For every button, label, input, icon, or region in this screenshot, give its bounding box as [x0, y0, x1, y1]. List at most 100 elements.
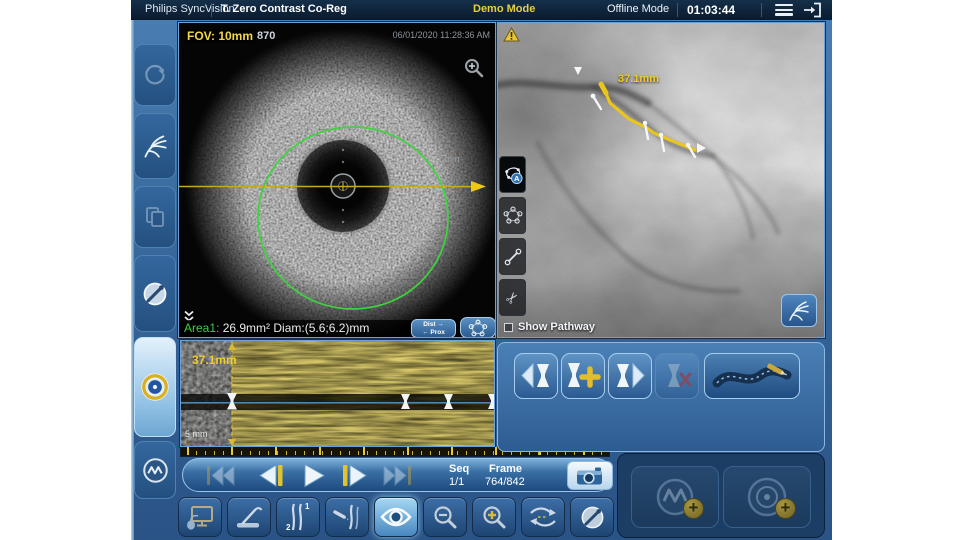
play-button[interactable] — [299, 462, 327, 489]
flow-direction-button[interactable] — [521, 497, 565, 537]
scale-label: 1 mm — [437, 154, 460, 164]
depth-scale-label: 5 mm — [185, 429, 208, 439]
menu-icon[interactable] — [775, 4, 793, 16]
add-bookmark-icon — [565, 360, 601, 392]
add-physiology-button[interactable]: + — [631, 466, 719, 528]
line-measure-icon — [503, 247, 523, 267]
sidebar-tab-physiology[interactable] — [134, 441, 176, 499]
refresh-icon — [142, 62, 168, 88]
angio-image-panel[interactable]: 37.1mm A — [497, 22, 825, 338]
acquisition-timestamp: 06/01/2020 11:28:36 AM — [393, 30, 490, 40]
camera-icon — [576, 466, 604, 486]
ivus-catheter-button[interactable] — [570, 497, 614, 537]
prev-bookmark-button[interactable] — [514, 353, 558, 399]
edit-contour-button[interactable] — [460, 317, 496, 338]
screen: Philips SyncVision T. Zero Contrast Co-R… — [0, 0, 960, 540]
warning-icon — [503, 27, 520, 47]
add-run-panel: + + — [617, 453, 825, 538]
ivus-image — [179, 23, 496, 338]
documents-icon — [143, 205, 167, 229]
step-back-button[interactable] — [255, 462, 285, 489]
zoom-out-button[interactable] — [423, 497, 467, 537]
eye-icon — [380, 506, 412, 528]
logout-icon — [803, 2, 823, 18]
dist-label: Dist → — [412, 321, 455, 329]
add-ivus-button[interactable]: + — [723, 466, 811, 528]
ivus-catheter-icon — [141, 280, 169, 308]
offline-status: Offline Mode — [607, 3, 669, 15]
node-pentagon-icon — [503, 206, 523, 226]
prox-label: ← Prox — [412, 329, 455, 337]
prev-bookmark-icon — [519, 361, 553, 391]
show-pathway-label: Show Pathway — [518, 321, 595, 333]
display-config-button[interactable] — [178, 497, 222, 537]
catheter-injection-button[interactable] — [325, 497, 369, 537]
add-bookmark-button[interactable] — [561, 353, 605, 399]
svg-text:2: 2 — [286, 523, 291, 532]
step-forward-button[interactable] — [341, 462, 371, 489]
coreg-map-button[interactable]: 1 2 — [276, 497, 320, 537]
measure-line-button[interactable] — [499, 238, 526, 275]
show-pathway-toggle[interactable]: Show Pathway — [504, 321, 595, 333]
exit-button[interactable] — [803, 2, 823, 18]
view-toggle-button[interactable] — [374, 497, 418, 537]
sidebar-tab-coreg-view[interactable] — [134, 337, 176, 437]
pathway-length-label: 37.1mm — [618, 73, 659, 85]
ivus-image-panel[interactable]: FOV: 10mm 870 06/01/2020 11:28:36 AM 1 m… — [178, 22, 496, 338]
vessel-catheter-icon — [332, 503, 362, 531]
monitor-icon — [185, 504, 215, 531]
fov-label: FOV: 10mm — [185, 29, 255, 43]
vessel-1-2-icon: 1 2 — [284, 502, 312, 532]
delete-bookmark-button[interactable] — [655, 353, 699, 399]
edit-nodes-button[interactable] — [499, 197, 526, 234]
flow-arrows-icon — [528, 504, 558, 530]
skip-last-button[interactable] — [381, 462, 413, 489]
sidebar-tab-refresh[interactable] — [134, 44, 176, 106]
stent-curve-pencil-icon — [711, 359, 793, 393]
sidebar-tab-angio[interactable] — [134, 113, 176, 179]
svg-text:1: 1 — [305, 502, 310, 511]
frame-number: 870 — [257, 30, 275, 42]
magnifier-plus-icon — [463, 57, 485, 79]
sidebar-tab-ivus[interactable] — [134, 255, 176, 332]
snapshot-button[interactable] — [567, 461, 613, 490]
angio-image — [498, 23, 825, 338]
playback-bar: Seq 1/1 Frame 764/842 — [182, 458, 613, 492]
magnifier-plus-icon — [481, 504, 508, 531]
angio-view-button[interactable] — [781, 294, 817, 327]
seq-label: Seq — [449, 463, 469, 475]
demo-mode-badge: Demo Mode — [473, 3, 535, 15]
area-value: 26.9mm² Diam:(5.6;6.2)mm — [219, 321, 369, 335]
waveform-icon — [142, 457, 169, 484]
cut-button[interactable]: ✂ — [499, 279, 526, 316]
next-bookmark-icon — [613, 361, 647, 391]
angio-tree-icon — [142, 133, 169, 160]
zoom-in-button[interactable] — [472, 497, 516, 537]
frame-label: Frame — [489, 463, 522, 475]
clock: 01:03:44 — [687, 3, 735, 17]
pullback-device-button[interactable] — [227, 497, 271, 537]
ild-length-label: 37.1mm — [192, 353, 237, 367]
next-bookmark-button[interactable] — [608, 353, 652, 399]
sidebar-tab-reports[interactable] — [134, 186, 176, 248]
plus-badge-icon: + — [683, 498, 704, 519]
angio-tree-icon — [787, 299, 811, 323]
area-label: Area1: — [184, 321, 219, 335]
auto-contour-button[interactable]: A — [499, 156, 526, 193]
ild-longitudinal-panel[interactable]: 37.1mm 5 mm — [180, 340, 495, 447]
magnifier-minus-icon — [432, 504, 459, 531]
seq-value: 1/1 — [449, 476, 464, 488]
target-view-icon — [140, 372, 170, 402]
magnify-button[interactable] — [463, 57, 485, 84]
skip-first-button[interactable] — [205, 462, 237, 489]
stent-edit-button[interactable] — [704, 353, 800, 399]
app-window: Philips SyncVision T. Zero Contrast Co-R… — [131, 0, 832, 540]
pullback-icon — [234, 504, 264, 531]
plus-badge-icon: + — [775, 498, 796, 519]
delete-bookmark-icon — [660, 361, 694, 391]
show-pathway-checkbox[interactable] — [504, 323, 513, 332]
dist-prox-button[interactable]: Dist → ← Prox — [411, 319, 456, 338]
angio-toolbar: A ✂ — [499, 156, 526, 320]
bookmarks-panel — [497, 342, 825, 452]
auto-contour-icon: A — [502, 164, 523, 185]
